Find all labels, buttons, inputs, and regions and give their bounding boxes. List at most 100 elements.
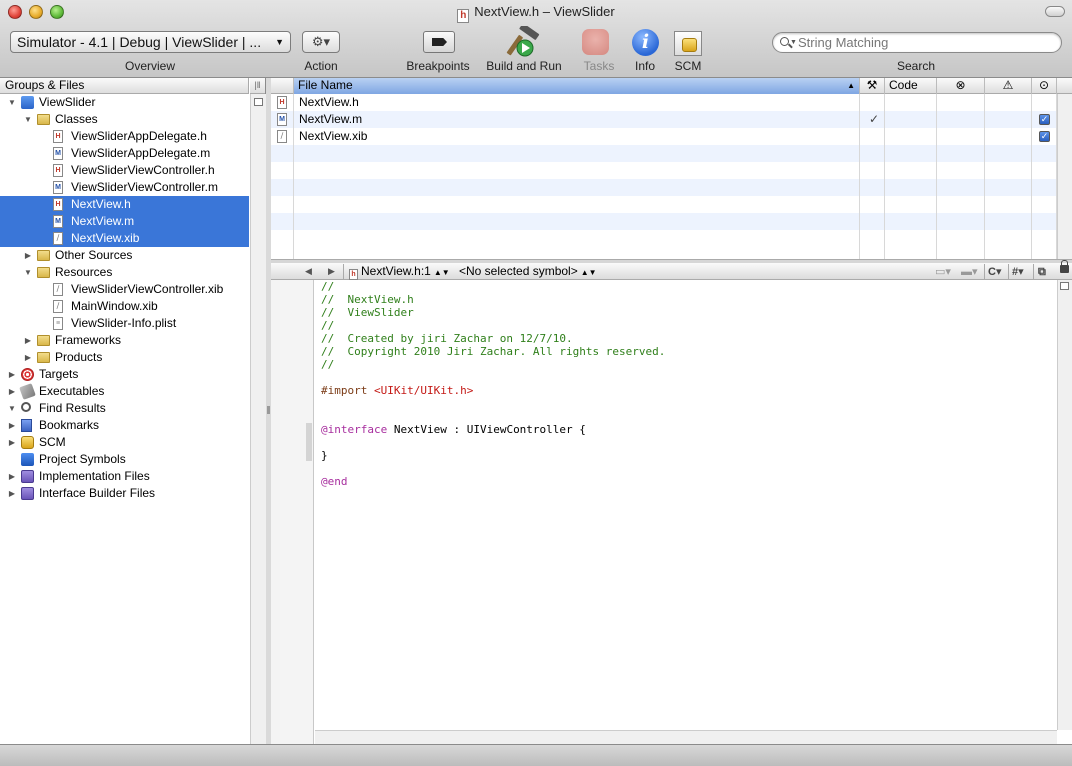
code-token: // (321, 319, 335, 332)
action-label: Action (304, 59, 338, 73)
back-arrow-icon[interactable]: ◀ (305, 263, 312, 279)
window-title: h NextView.h – ViewSlider (0, 4, 1072, 23)
search-icon (780, 37, 789, 46)
sidebar-item[interactable]: ▶ Interface Builder Files (0, 485, 249, 502)
sidebar-item[interactable]: ▼ Find Results (0, 400, 249, 417)
disclosure-closed-icon[interactable]: ▶ (7, 366, 17, 383)
column-divider (860, 94, 885, 259)
class-menu-button[interactable]: C▾ (988, 264, 1001, 280)
sidebar-item[interactable]: ▶ Other Sources (0, 247, 249, 264)
sidebar-item[interactable]: ▼ Classes (0, 111, 249, 128)
icon-column-header[interactable] (271, 78, 294, 94)
sidebar-item-label: NextView.m (71, 214, 135, 228)
sidebar-item[interactable]: ▶ Implementation Files (0, 468, 249, 485)
code-column-header[interactable]: Code (885, 78, 937, 94)
disclosure-open-icon[interactable]: ▼ (7, 94, 17, 111)
folder-icon (37, 352, 50, 363)
folder-icon (37, 335, 50, 346)
file-history-popup[interactable]: h NextView.h:1 ▲▼ (349, 263, 450, 281)
disclosure-open-icon[interactable]: ▼ (23, 264, 33, 281)
code-line: @interface NextView : UIViewController { (321, 423, 1056, 436)
sidebar-item[interactable]: ▼ ViewSlider (0, 94, 249, 111)
forward-arrow-icon[interactable]: ▶ (328, 263, 335, 279)
sidebar-item[interactable]: ≡ ViewSlider-Info.plist (0, 315, 249, 332)
sidebar-header: Groups & Files (0, 78, 249, 94)
sidebar-item[interactable]: ▶ Executables (0, 383, 249, 400)
build-and-run-label: Build and Run (486, 59, 562, 73)
code-token: @interface (321, 423, 388, 436)
disclosure-closed-icon[interactable]: ▶ (23, 247, 33, 264)
symbol-popup[interactable]: <No selected symbol> ▲▼ (459, 263, 597, 281)
disclosure-closed-icon[interactable]: ▶ (7, 417, 17, 434)
search-input[interactable]: ▼ String Matching (772, 32, 1062, 53)
sidebar-item-label: ViewSlider-Info.plist (71, 316, 177, 330)
disclosure-open-icon[interactable]: ▼ (7, 400, 17, 417)
scm-icon[interactable] (674, 31, 702, 56)
file-name-column-header[interactable]: File Name ▲ (294, 78, 860, 94)
action-button[interactable]: ⚙▾ (302, 31, 340, 53)
disclosure-closed-icon[interactable]: ▶ (23, 332, 33, 349)
sidebar-item[interactable]: M NextView.m (0, 213, 249, 230)
errors-column-header[interactable]: ⊗ (937, 78, 985, 94)
code-text-area[interactable]: //// NextView.h// ViewSlider//// Created… (321, 280, 1056, 488)
sidebar-item-label: NextView.h (71, 197, 131, 211)
sidebar-item[interactable]: ⧸ MainWindow.xib (0, 298, 249, 315)
breakpoints-menu-icon[interactable]: ▬▾ (961, 264, 978, 280)
include-menu-button[interactable]: #▾ (1012, 264, 1024, 280)
bookmarks-menu-icon[interactable]: ▭▾ (935, 264, 951, 280)
lock-icon[interactable] (1060, 260, 1069, 273)
code-token: // NextView.h (321, 293, 414, 306)
symbols-icon (21, 453, 34, 466)
editor-vertical-scrollbar[interactable] (1057, 280, 1072, 730)
target-icon (21, 368, 34, 381)
code-fold-ribbon[interactable] (306, 423, 312, 461)
sidebar-item[interactable]: ⧸ NextView.xib (0, 230, 249, 247)
sidebar-item[interactable]: ▶ Targets (0, 366, 249, 383)
disclosure-closed-icon[interactable]: ▶ (23, 349, 33, 366)
info-icon[interactable]: i (632, 29, 659, 56)
editor-gutter[interactable] (271, 280, 314, 744)
find-icon (21, 402, 31, 412)
sidebar-item[interactable]: ▶ Bookmarks (0, 417, 249, 434)
build-column-header[interactable]: ⚒ (860, 78, 885, 94)
disclosure-closed-icon[interactable]: ▶ (7, 383, 17, 400)
sidebar-item[interactable]: Project Symbols (0, 451, 249, 468)
target-column-header[interactable]: ⊙ (1032, 78, 1057, 94)
counterpart-icon[interactable]: ⧉ (1038, 264, 1046, 280)
list-icon[interactable] (254, 98, 263, 106)
smart-group-icon (21, 487, 34, 500)
breakpoints-icon[interactable] (423, 31, 455, 53)
popup-arrow-icon: ▼ (275, 37, 284, 47)
code-line: // ViewSlider (321, 306, 1056, 319)
toolbar-toggle-button[interactable] (1045, 6, 1065, 17)
disclosure-open-icon[interactable]: ▼ (23, 111, 33, 128)
disclosure-closed-icon[interactable]: ▶ (7, 434, 17, 451)
code-line: } (321, 449, 1056, 462)
sidebar-item[interactable]: ▶ SCM (0, 434, 249, 451)
editor-horizontal-scrollbar[interactable] (315, 730, 1057, 744)
list-icon[interactable] (1060, 282, 1069, 290)
sidebar-item[interactable]: H ViewSliderAppDelegate.h (0, 128, 249, 145)
sidebar-item[interactable]: H ViewSliderViewController.h (0, 162, 249, 179)
warnings-column-header[interactable]: ⚠ (985, 78, 1032, 94)
sidebar-scrollbar[interactable] (250, 94, 266, 744)
sidebar-item[interactable]: ▼ Resources (0, 264, 249, 281)
file-list-scrollbar[interactable] (1057, 94, 1072, 259)
overview-popup[interactable]: Simulator - 4.1 | Debug | ViewSlider | .… (10, 31, 291, 53)
sidebar-item[interactable]: ▶ Frameworks (0, 332, 249, 349)
sidebar-item[interactable]: M ViewSliderViewController.m (0, 179, 249, 196)
scm-label: SCM (674, 59, 702, 73)
code-token: // (321, 358, 335, 371)
disclosure-closed-icon[interactable]: ▶ (7, 485, 17, 502)
sidebar-item[interactable]: ⧸ ViewSliderViewController.xib (0, 281, 249, 298)
sidebar-split-icon[interactable]: |‖ (250, 78, 265, 94)
sidebar-item[interactable]: H NextView.h (0, 196, 249, 213)
code-token: <UIKit/UIKit.h> (373, 384, 474, 397)
groups-tree: ▼ ViewSlider ▼ Classes H ViewSliderAppDelegat… (0, 94, 249, 502)
disclosure-closed-icon[interactable]: ▶ (7, 468, 17, 485)
sidebar-item[interactable]: ▶ Products (0, 349, 249, 366)
hammer-icon[interactable] (505, 26, 543, 58)
sidebar-item[interactable]: M ViewSliderAppDelegate.m (0, 145, 249, 162)
